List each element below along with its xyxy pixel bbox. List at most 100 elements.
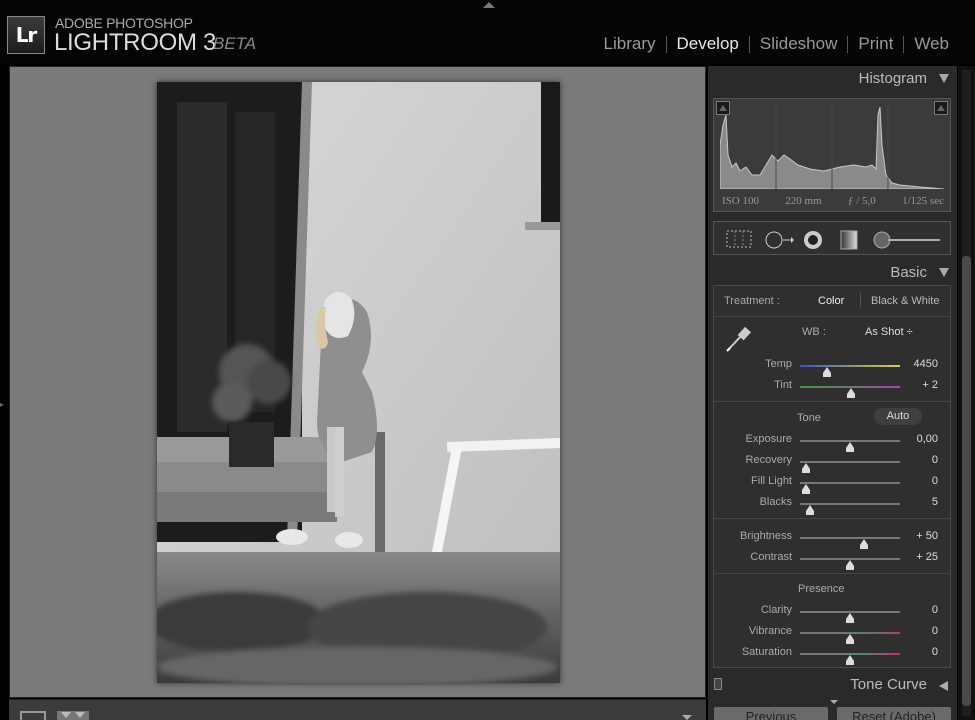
histogram-header[interactable]: Histogram bbox=[708, 66, 957, 90]
vibrance-slider-row: Vibrance 0 bbox=[714, 624, 950, 644]
tint-value[interactable]: + 2 bbox=[922, 379, 938, 391]
treatment-black-white-button[interactable]: Black & White bbox=[871, 295, 939, 307]
brand-line-2: LIGHTROOM 3 bbox=[54, 29, 217, 56]
previous-button[interactable]: Previous bbox=[714, 707, 828, 720]
blacks-slider[interactable] bbox=[800, 503, 900, 515]
module-develop[interactable]: Develop bbox=[677, 34, 739, 54]
left-panel-collapse-icon[interactable]: ▸ bbox=[0, 400, 4, 409]
treatment-label: Treatment : bbox=[724, 295, 780, 307]
brightness-label: Brightness bbox=[740, 530, 792, 542]
clarity-label: Clarity bbox=[760, 604, 792, 616]
saturation-slider-thumb[interactable] bbox=[846, 655, 854, 665]
module-separator bbox=[748, 35, 750, 53]
collapse-triangle-icon[interactable] bbox=[939, 268, 949, 277]
contrast-slider[interactable] bbox=[800, 558, 900, 570]
divider bbox=[714, 573, 950, 574]
module-slideshow[interactable]: Slideshow bbox=[760, 34, 838, 54]
brightness-slider-row: Brightness + 50 bbox=[714, 529, 950, 549]
vibrance-value[interactable]: 0 bbox=[932, 625, 938, 637]
bottom-arrow-icon bbox=[830, 700, 838, 704]
brightness-slider-thumb[interactable] bbox=[860, 539, 868, 549]
brightness-slider[interactable] bbox=[800, 537, 900, 549]
exposure-label: Exposure bbox=[745, 433, 792, 445]
divider bbox=[714, 401, 950, 402]
auto-tone-button[interactable]: Auto bbox=[874, 408, 922, 425]
focal-length-value: 220 mm bbox=[785, 195, 822, 207]
expand-triangle-icon[interactable] bbox=[939, 681, 948, 691]
exposure-slider[interactable] bbox=[800, 440, 900, 452]
fill-light-slider-row: Fill Light 0 bbox=[714, 474, 950, 494]
toolbar-options-icon[interactable] bbox=[682, 715, 692, 720]
contrast-slider-thumb[interactable] bbox=[846, 560, 854, 570]
module-library[interactable]: Library bbox=[604, 34, 656, 54]
collapse-triangle-icon[interactable] bbox=[939, 74, 949, 83]
spot-removal-icon[interactable] bbox=[764, 230, 794, 250]
red-eye-icon[interactable] bbox=[802, 230, 824, 250]
shutter-value: 1/125 sec bbox=[902, 195, 944, 207]
module-web[interactable]: Web bbox=[914, 34, 949, 54]
treatment-color-button[interactable]: Color bbox=[818, 295, 844, 307]
tint-slider-thumb[interactable] bbox=[847, 388, 855, 398]
recovery-slider-thumb[interactable] bbox=[802, 463, 810, 473]
vibrance-slider[interactable] bbox=[800, 632, 900, 644]
basic-header[interactable]: Basic bbox=[708, 260, 957, 284]
wb-label: WB : bbox=[802, 326, 826, 338]
fill-light-slider[interactable] bbox=[800, 482, 900, 494]
presence-label: Presence bbox=[798, 583, 845, 595]
wb-preset-select[interactable]: As Shot ÷ bbox=[865, 326, 913, 338]
contrast-label: Contrast bbox=[750, 551, 792, 563]
reset-button[interactable]: Reset (Adobe) bbox=[837, 707, 951, 720]
temp-value[interactable]: 4450 bbox=[914, 358, 938, 370]
exposure-slider-thumb[interactable] bbox=[846, 442, 854, 452]
scrollbar-thumb[interactable] bbox=[962, 256, 971, 706]
graduated-filter-icon[interactable] bbox=[839, 230, 859, 250]
clarity-slider-thumb[interactable] bbox=[846, 613, 854, 623]
histogram-title: Histogram bbox=[858, 70, 927, 87]
tone-curve-toggle[interactable] bbox=[714, 678, 722, 690]
clarity-value[interactable]: 0 bbox=[932, 604, 938, 616]
tone-curve-header[interactable]: Tone Curve bbox=[708, 673, 957, 699]
lightroom-logo: Lr bbox=[7, 16, 45, 54]
image-canvas[interactable] bbox=[9, 66, 706, 698]
recovery-slider[interactable] bbox=[800, 461, 900, 473]
clarity-slider[interactable] bbox=[800, 611, 900, 623]
module-print[interactable]: Print bbox=[858, 34, 893, 54]
module-separator bbox=[903, 35, 905, 53]
develop-tool-strip bbox=[713, 221, 951, 255]
divider bbox=[714, 518, 950, 519]
saturation-slider[interactable] bbox=[800, 653, 900, 665]
fill-light-slider-thumb[interactable] bbox=[802, 484, 810, 494]
fill-light-value[interactable]: 0 bbox=[932, 475, 938, 487]
collapse-top-panel-arrow-icon[interactable] bbox=[483, 2, 495, 8]
vibrance-slider-thumb[interactable] bbox=[846, 634, 854, 644]
blacks-slider-thumb[interactable] bbox=[806, 505, 814, 515]
tone-curve-title: Tone Curve bbox=[850, 676, 927, 693]
tint-label: Tint bbox=[774, 379, 792, 391]
brightness-value[interactable]: + 50 bbox=[916, 530, 938, 542]
temp-slider-thumb[interactable] bbox=[823, 367, 831, 377]
adjustment-brush-icon[interactable] bbox=[872, 230, 942, 250]
saturation-label: Saturation bbox=[741, 646, 792, 658]
blacks-slider-row: Blacks 5 bbox=[714, 495, 950, 515]
loupe-view-icon[interactable] bbox=[20, 711, 46, 720]
panel-buttons: Previous Reset (Adobe) bbox=[713, 707, 953, 720]
basic-title: Basic bbox=[890, 264, 927, 281]
exif-info: ISO 100 220 mm ƒ / 5,0 1/125 sec bbox=[714, 195, 952, 207]
blacks-value[interactable]: 5 bbox=[932, 496, 938, 508]
before-after-view-icon[interactable] bbox=[57, 711, 89, 720]
white-balance-picker-icon[interactable] bbox=[723, 324, 753, 354]
saturation-value[interactable]: 0 bbox=[932, 646, 938, 658]
clarity-slider-row: Clarity 0 bbox=[714, 603, 950, 623]
tint-slider-row: Tint + 2 bbox=[714, 378, 950, 398]
contrast-value[interactable]: + 25 bbox=[916, 551, 938, 563]
exposure-value[interactable]: 0,00 bbox=[917, 433, 938, 445]
aperture-value: ƒ / 5,0 bbox=[847, 195, 876, 207]
saturation-slider-row: Saturation 0 bbox=[714, 645, 950, 665]
right-panel-scrollbar[interactable] bbox=[958, 66, 975, 720]
temp-slider-row: Temp 4450 bbox=[714, 357, 950, 377]
bottom-toolbar bbox=[9, 699, 706, 720]
crop-overlay-icon[interactable] bbox=[726, 230, 752, 248]
tint-slider[interactable] bbox=[800, 386, 900, 398]
temp-slider[interactable] bbox=[800, 365, 900, 377]
recovery-value[interactable]: 0 bbox=[932, 454, 938, 466]
